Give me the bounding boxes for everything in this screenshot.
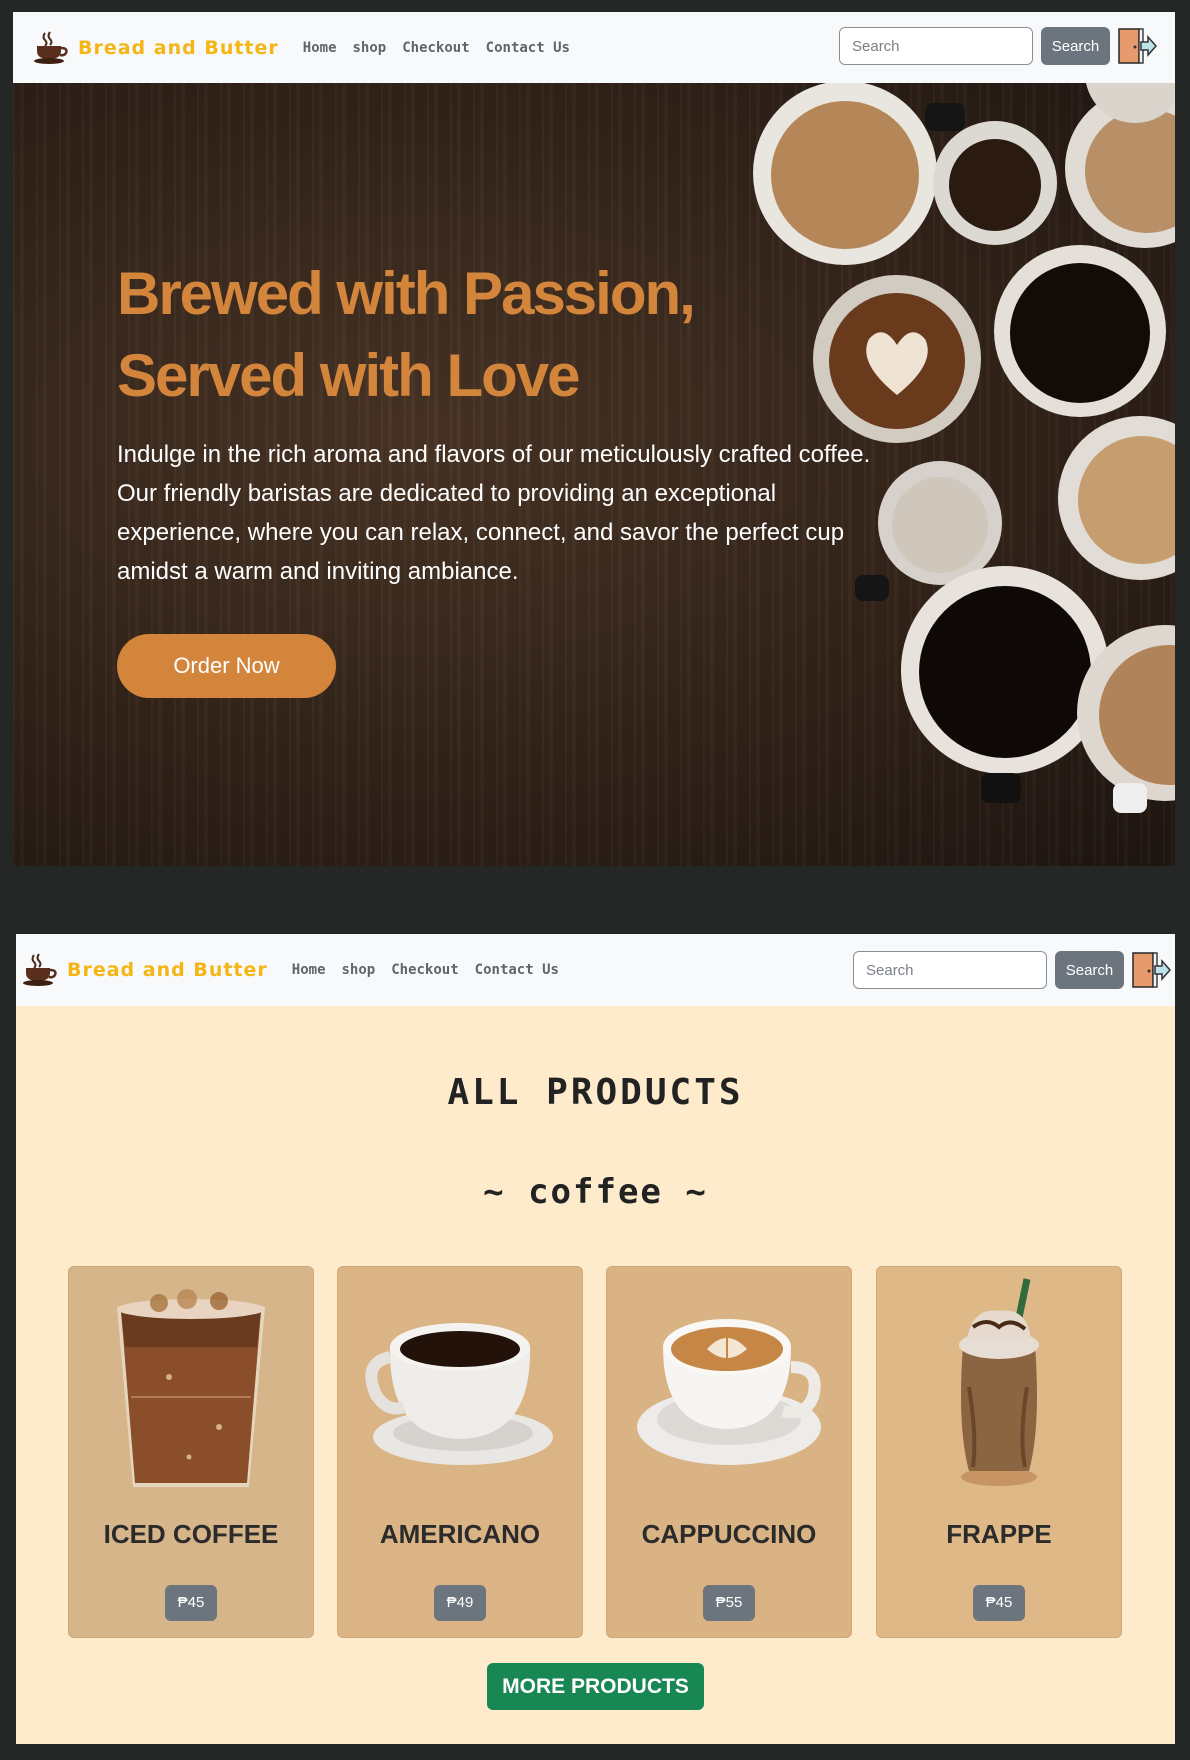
product-card-cappuccino[interactable]: CAPPUCCINO ₱55: [606, 1266, 852, 1638]
brand[interactable]: Bread and Butter: [22, 953, 268, 987]
product-name: ICED COFFEE: [103, 1519, 279, 1549]
nav-contact[interactable]: Contact Us: [486, 40, 570, 56]
nav-shop[interactable]: shop: [342, 962, 376, 978]
price-badge: ₱45: [973, 1585, 1025, 1621]
hero-banner: Brewed with Passion, Served with Love In…: [13, 83, 1175, 866]
coffee-cup-icon: [23, 953, 57, 986]
nav-contact[interactable]: Contact Us: [475, 962, 559, 978]
nav-links: Home shop Checkout Contact Us: [303, 40, 586, 56]
navbar: Bread and Butter Home shop Checkout Cont…: [13, 12, 1175, 83]
brand-name: Bread and Butter: [67, 959, 268, 981]
frappe-image: [959, 1278, 1039, 1486]
americano-image: [365, 1323, 553, 1465]
product-card-americano[interactable]: AMERICANO ₱49: [337, 1266, 583, 1638]
category-title: ~ coffee ~: [483, 1172, 708, 1212]
door-exit-icon[interactable]: [1131, 951, 1171, 989]
product-name: AMERICANO: [379, 1519, 541, 1549]
product-card-iced-coffee[interactable]: ICED COFFEE ₱45: [68, 1266, 314, 1638]
iced-coffee-image: [117, 1289, 265, 1487]
nav-checkout[interactable]: Checkout: [391, 962, 458, 978]
hero-description: Indulge in the rich aroma and flavors of…: [117, 441, 871, 585]
all-products-title: ALL PRODUCTS: [447, 1072, 744, 1113]
cappuccino-image: [637, 1319, 821, 1465]
price-badge: ₱45: [165, 1585, 217, 1621]
search-button[interactable]: Search: [1055, 951, 1124, 989]
search-button[interactable]: Search: [1041, 27, 1110, 65]
brand[interactable]: Bread and Butter: [33, 30, 279, 65]
products-screen: Bread and Butter Home shop Checkout Cont…: [16, 934, 1175, 1744]
nav-home[interactable]: Home: [292, 962, 326, 978]
door-exit-icon[interactable]: [1117, 27, 1157, 65]
more-products-button[interactable]: MORE PRODUCTS: [487, 1663, 704, 1710]
nav-home[interactable]: Home: [303, 40, 337, 56]
product-name: CAPPUCCINO: [641, 1519, 817, 1549]
order-now-button[interactable]: Order Now: [117, 634, 336, 698]
hero-screen: Bread and Butter Home shop Checkout Cont…: [13, 12, 1175, 866]
nav-checkout[interactable]: Checkout: [402, 40, 469, 56]
coffee-cup-icon: [34, 30, 68, 64]
hero-title: Brewed with Passion, Served with Love: [117, 260, 696, 409]
navbar: Bread and Butter Home shop Checkout Cont…: [16, 934, 1175, 1006]
nav-actions: Search: [839, 27, 1157, 65]
product-name: FRAPPE: [946, 1519, 1052, 1549]
nav-shop[interactable]: shop: [353, 40, 387, 56]
search-input[interactable]: [853, 951, 1047, 989]
price-badge: ₱49: [434, 1585, 486, 1621]
nav-actions: Search: [853, 951, 1171, 989]
price-badge: ₱55: [703, 1585, 755, 1621]
brand-name: Bread and Butter: [78, 36, 279, 59]
search-input[interactable]: [839, 27, 1033, 65]
nav-links: Home shop Checkout Contact Us: [292, 962, 575, 978]
product-card-frappe[interactable]: FRAPPE ₱45: [876, 1266, 1122, 1638]
